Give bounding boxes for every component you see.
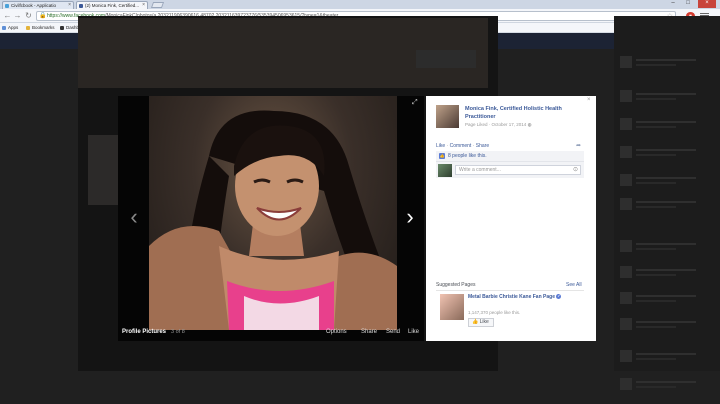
- comment-input[interactable]: Write a comment... ⊙: [455, 165, 581, 175]
- facebook-favicon: [79, 4, 83, 8]
- page-tag: [416, 50, 476, 68]
- close-window-button[interactable]: ×: [698, 0, 716, 8]
- divider: [436, 290, 584, 291]
- options-button[interactable]: Options: [326, 329, 347, 335]
- previous-photo-button[interactable]: ‹: [128, 205, 140, 229]
- folder-icon: [26, 26, 30, 30]
- new-tab-button[interactable]: [150, 2, 165, 8]
- share-action[interactable]: Share: [476, 143, 489, 149]
- next-photo-button[interactable]: ›: [404, 205, 416, 229]
- tab-strip: Civilfcbook - Applicatio × (2) Monica Fi…: [0, 0, 720, 9]
- owner-avatar[interactable]: [436, 105, 459, 128]
- suggested-page-name[interactable]: Metal Barbie Christie Kane Fan Page ✓: [468, 294, 578, 301]
- sidebar-row: [620, 56, 716, 68]
- tab-label: (2) Monica Fink, Certified...: [85, 3, 140, 8]
- suggested-like-button[interactable]: 👍 Like: [468, 318, 494, 327]
- user-avatar: [438, 164, 452, 177]
- profile-thumbnail: [88, 135, 122, 205]
- sidebar-row: [620, 174, 716, 186]
- post-meta: Page Liked · October 17, 2014 ◍: [465, 122, 532, 127]
- photo-count: 3 of 8: [171, 329, 185, 335]
- sidebar-row: [620, 292, 716, 304]
- lock-icon: 🔒: [39, 13, 47, 19]
- share-button[interactable]: Share: [361, 329, 377, 335]
- post-actions: Like · Comment · Share: [436, 143, 490, 149]
- tab-civilfcbook[interactable]: Civilfcbook - Applicatio ×: [2, 1, 74, 9]
- profile-photo: [149, 96, 397, 330]
- send-button[interactable]: Send: [386, 329, 400, 335]
- suggested-pages-title: Suggested Pages: [436, 282, 476, 288]
- bookmark-bookmarks[interactable]: Bookmarks: [26, 24, 55, 32]
- close-tab-icon[interactable]: ×: [68, 2, 71, 9]
- back-button[interactable]: ←: [3, 11, 12, 20]
- dashboard-icon: [60, 26, 64, 30]
- like-button[interactable]: Like: [408, 329, 419, 335]
- sidebar-row: [620, 118, 716, 130]
- share-icon[interactable]: ➦: [576, 142, 581, 149]
- comment-row: Write a comment... ⊙: [436, 162, 584, 178]
- suggested-page-avatar[interactable]: [440, 294, 464, 320]
- comment-action[interactable]: Comment: [450, 143, 472, 149]
- camera-icon[interactable]: ⊙: [573, 166, 578, 174]
- sidebar-row: [620, 266, 716, 278]
- fullscreen-icon[interactable]: ⤢: [412, 99, 420, 107]
- photo-caption-bar: Profile Pictures 3 of 8 Options Share Se…: [118, 324, 424, 341]
- reload-button[interactable]: ↻: [24, 11, 33, 20]
- likes-count[interactable]: 8 people like this.: [448, 153, 487, 159]
- see-all-link[interactable]: See All: [566, 282, 582, 288]
- verified-icon: ✓: [556, 294, 562, 300]
- like-action[interactable]: Like: [436, 143, 445, 149]
- forward-button[interactable]: →: [13, 11, 22, 20]
- owner-name-link[interactable]: Monica Fink, Certified Holistic Health P…: [465, 105, 583, 121]
- sidebar-row: [620, 378, 716, 390]
- close-icon[interactable]: ×: [587, 97, 591, 103]
- album-link[interactable]: Profile Pictures: [122, 329, 166, 335]
- maximize-button[interactable]: □: [681, 0, 695, 8]
- thumbs-up-icon: 👍: [439, 153, 445, 159]
- minimize-button[interactable]: –: [666, 0, 680, 8]
- likes-summary: 👍 8 people like this.: [436, 151, 584, 162]
- sidebar-row: [620, 90, 716, 102]
- suggested-page-likes: 1,147,370 people like this.: [468, 310, 521, 315]
- sidebar-row: [620, 350, 716, 362]
- close-tab-icon[interactable]: ×: [142, 2, 145, 9]
- apps-icon: [2, 26, 6, 30]
- tab-facebook[interactable]: (2) Monica Fink, Certified... ×: [76, 1, 148, 9]
- globe-icon: ◍: [527, 122, 532, 127]
- tab-favicon: [5, 4, 9, 8]
- sidebar-row: [620, 240, 716, 252]
- tab-label: Civilfcbook - Applicatio: [11, 3, 57, 8]
- bookmark-apps[interactable]: Apps: [2, 24, 18, 32]
- sidebar-row: [620, 198, 716, 210]
- thumbs-up-icon: 👍: [472, 319, 479, 325]
- sidebar-row: [620, 318, 716, 330]
- sidebar-row: [620, 146, 716, 158]
